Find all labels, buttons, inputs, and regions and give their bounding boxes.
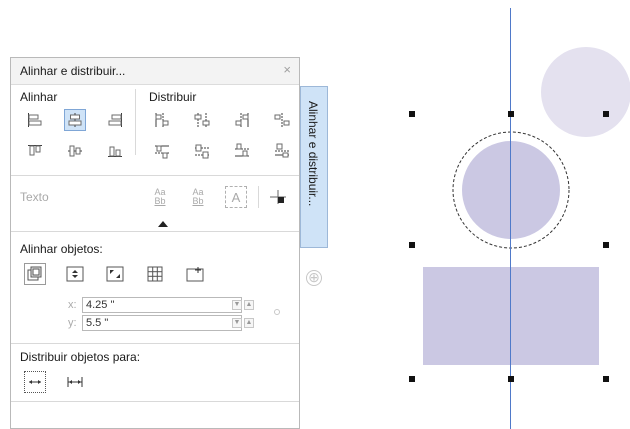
distribute-left-icon [155, 113, 169, 127]
distribute-to-page-extent-button[interactable] [64, 371, 86, 393]
align-center-vertical-button[interactable] [64, 140, 86, 162]
y-spin-up[interactable]: ▲ [244, 318, 254, 328]
y-spin-down[interactable]: ▼ [232, 318, 242, 328]
page-edge-icon [66, 266, 84, 282]
distribute-left-button[interactable] [151, 109, 173, 131]
drawing-canvas[interactable] [330, 0, 630, 429]
align-to-specified-point-button[interactable] [184, 263, 206, 285]
docker-title: Alinhar e distribuir... [20, 64, 126, 78]
selection-handle-middle-left[interactable] [409, 242, 415, 248]
text-bounding-box-button[interactable]: A [225, 186, 247, 208]
section-divider-4 [11, 401, 299, 402]
selection-handle-bottom-right[interactable] [603, 376, 609, 382]
distribute-bottom-button[interactable] [231, 140, 253, 162]
text-box-glyph: A [231, 189, 241, 205]
distribute-spacing-horizontal-button[interactable] [271, 109, 293, 131]
close-icon[interactable]: × [283, 62, 291, 77]
selection-handle-middle-right[interactable] [603, 242, 609, 248]
align-bottom-button[interactable] [104, 140, 126, 162]
align-center-horizontal-icon [68, 113, 82, 127]
distribute-top-icon [155, 145, 169, 159]
distribute-to-label: Distribuir objetos para: [20, 350, 141, 364]
grid-icon [147, 266, 163, 282]
page-extent-icon [67, 377, 83, 387]
text-label: Texto [20, 190, 49, 204]
x-spin-up[interactable]: ▲ [244, 300, 254, 310]
align-right-icon [108, 113, 122, 127]
distribute-middle-button[interactable] [191, 140, 213, 162]
align-header: Alinhar [20, 90, 58, 104]
lock-icon[interactable] [273, 308, 281, 316]
distribute-middle-icon [195, 144, 209, 159]
align-top-button[interactable] [24, 140, 46, 162]
distribute-center-icon [194, 113, 210, 127]
outline-button[interactable] [267, 186, 289, 208]
selection-handle-top-right[interactable] [603, 111, 609, 117]
collapse-arrow-icon[interactable] [158, 221, 168, 227]
align-to-grid-button[interactable] [144, 263, 166, 285]
x-label: x: [68, 299, 77, 311]
align-right-button[interactable] [104, 109, 126, 131]
section-divider-3 [11, 343, 299, 344]
bb-glyph-2: Bb [192, 196, 204, 206]
distribute-right-icon [235, 113, 249, 127]
selection-extent-icon [29, 380, 41, 384]
x-spin-down[interactable]: ▼ [232, 300, 242, 310]
align-to-page-edge-button[interactable] [64, 263, 86, 285]
bb-glyph-1: Bb [154, 196, 166, 206]
selection-handle-bottom-center[interactable] [508, 376, 514, 382]
outline-align-icon [270, 190, 286, 204]
distribute-center-button[interactable] [191, 109, 213, 131]
distribute-right-button[interactable] [231, 109, 253, 131]
add-docker-icon[interactable]: ⊕ [306, 270, 322, 286]
coreldraw-window: Alinhar e distribuir... × Alinhar Distri… [0, 0, 630, 429]
section-divider-2 [11, 231, 299, 232]
distribute-spacing-vertical-button[interactable] [271, 140, 293, 162]
docker-titlebar: Alinhar e distribuir... × [11, 58, 299, 85]
align-to-page-center-button[interactable] [104, 263, 126, 285]
x-coordinate-field[interactable]: 4.25 " [82, 297, 242, 313]
distribute-spacing-horizontal-icon [274, 113, 290, 127]
align-left-button[interactable] [24, 109, 46, 131]
distribute-header: Distribuir [149, 90, 197, 104]
distribute-to-selection-button[interactable] [24, 371, 46, 393]
align-center-vertical-icon [68, 145, 82, 157]
y-label: y: [68, 317, 77, 329]
tab-align-distribute-label: Alinhar e distribuir... [306, 101, 320, 207]
align-top-icon [28, 145, 42, 156]
align-left-icon [28, 113, 42, 127]
selection-handle-bottom-left[interactable] [409, 376, 415, 382]
canvas-graphics [423, 8, 630, 429]
tab-align-distribute[interactable]: Alinhar e distribuir... [300, 86, 328, 248]
specified-point-icon [186, 267, 204, 282]
distribute-bottom-icon [235, 143, 249, 157]
align-center-horizontal-button[interactable] [64, 109, 86, 131]
align-bottom-icon [108, 146, 122, 157]
text-line-button[interactable]: Aa Bb [187, 186, 209, 208]
circle-top-right[interactable] [541, 47, 630, 137]
y-coordinate-field[interactable]: 5.5 " [82, 315, 242, 331]
align-distribute-divider [135, 89, 136, 155]
text-row-divider [258, 186, 259, 208]
distribute-top-button[interactable] [151, 140, 173, 162]
selection-handle-top-left[interactable] [409, 111, 415, 117]
page-center-icon [106, 266, 124, 282]
selection-handle-top-center[interactable] [508, 111, 514, 117]
align-to-active-object-button[interactable] [24, 263, 46, 285]
section-divider [11, 175, 299, 176]
distribute-spacing-vertical-icon [275, 143, 289, 158]
align-distribute-docker: Alinhar e distribuir... × Alinhar Distri… [10, 57, 300, 429]
align-objects-label: Alinhar objetos: [20, 242, 103, 256]
active-object-icon [27, 266, 42, 281]
text-baseline-button[interactable]: Aa Bb [149, 186, 171, 208]
